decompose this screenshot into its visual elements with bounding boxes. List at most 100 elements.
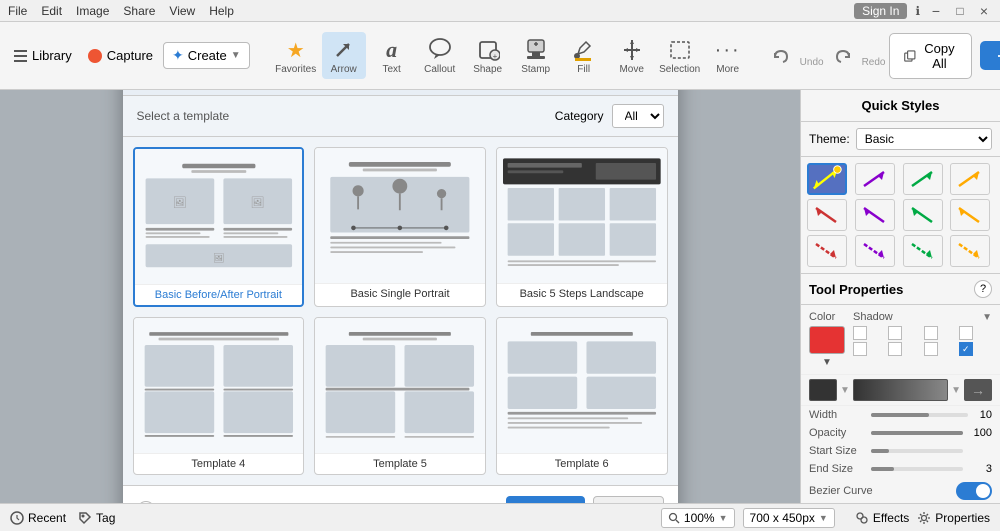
template-6[interactable]: Template 6 [496,317,668,475]
recent-label: Recent [28,511,66,525]
minimize-button[interactable]: − [928,3,944,19]
create-label: Create [188,48,227,63]
opacity-slider[interactable] [871,431,963,435]
capture-label: Capture [107,48,153,63]
end-size-value: 3 [967,463,992,475]
width-slider[interactable] [871,413,968,417]
style-swatch-8[interactable] [950,199,990,231]
start-size-slider[interactable] [871,449,963,453]
create-chevron-icon: ▼ [231,50,241,61]
bezier-toggle[interactable] [956,482,992,500]
redo-button[interactable] [828,41,858,71]
create-dialog-button[interactable]: Create [506,496,585,504]
size-selector[interactable]: 700 x 450px ▼ [743,508,835,528]
dialog-help-button[interactable]: ? [137,501,155,503]
shadow-cell-6[interactable] [888,342,902,356]
arrow-label: Arrow [331,64,357,75]
menu-view[interactable]: View [169,4,195,18]
share-icon [996,49,1000,63]
shape-label: Shape [473,64,502,75]
shadow-cell-5[interactable] [853,342,867,356]
library-button[interactable]: Library [8,44,78,67]
style-swatch-9[interactable] [807,235,847,267]
menu-file[interactable]: File [8,4,27,18]
close-button[interactable]: × [976,3,992,19]
style-swatch-4[interactable] [950,163,990,195]
shadow-cell-4[interactable] [959,326,973,340]
svg-text:+: + [492,52,497,61]
properties-label: Properties [935,511,990,525]
style-swatch-5[interactable] [807,199,847,231]
cancel-dialog-button[interactable]: Cancel [593,496,663,504]
category-select[interactable]: All [612,104,664,128]
fill-label: Fill [577,64,590,75]
style-swatch-7[interactable] [903,199,943,231]
create-template-dialog: Create Image from Template ⊡ × Select a … [123,90,678,503]
zoom-area[interactable]: 100% ▼ [661,508,735,528]
create-button[interactable]: ✦ Create ▼ [163,42,250,69]
stamp-tool[interactable]: Stamp [514,32,558,79]
tool-properties-help-button[interactable]: ? [974,280,992,298]
more-tool[interactable]: ··· More [706,32,750,79]
style-swatch-10[interactable] [855,235,895,267]
template-4-name: Template 4 [134,453,304,474]
capture-button[interactable]: Capture [82,44,159,67]
shadow-cell-1[interactable] [853,326,867,340]
copy-all-button[interactable]: Copy All [889,33,971,79]
move-tool[interactable]: Move [610,32,654,79]
template-5-name: Template 5 [315,453,485,474]
shadow-cell-checked[interactable]: ✓ [959,342,973,356]
share-button[interactable]: Share [980,41,1000,70]
maximize-button[interactable]: □ [952,4,968,18]
template-5-steps[interactable]: Basic 5 Steps Landscape [496,147,668,307]
template-single-portrait[interactable]: Basic Single Portrait [314,147,486,307]
template-5[interactable]: Template 5 [314,317,486,475]
favorites-tool[interactable]: ★ Favorites [274,32,318,79]
template-before-after-name: Basic Before/After Portrait [135,284,303,305]
properties-button[interactable]: Properties [917,511,990,525]
menu-edit[interactable]: Edit [41,4,62,18]
favorites-label: Favorites [275,64,316,75]
callout-icon [428,36,452,64]
menu-share[interactable]: Share [123,4,155,18]
style-swatch-3[interactable] [903,163,943,195]
style-swatches [801,157,1000,274]
dialog-footer: ? Download More Templates... Create Canc… [123,485,678,504]
shadow-label: Shadow [853,311,893,323]
tag-button[interactable]: Tag [78,511,115,525]
sign-in-button[interactable]: Sign In [854,3,907,19]
style-swatch-6[interactable] [855,199,895,231]
menu-image[interactable]: Image [76,4,109,18]
theme-label: Theme: [809,132,850,146]
arrow-tool[interactable]: Arrow [322,32,366,79]
theme-select[interactable]: Basic [856,128,992,150]
star-icon: ★ [287,36,305,64]
shadow-cell-2[interactable] [888,326,902,340]
arrow-end-select[interactable]: → [964,379,992,401]
arrow-line-select[interactable] [853,379,948,401]
style-swatch-12[interactable] [950,235,990,267]
clock-icon [10,511,24,525]
shape-tool[interactable]: + Shape [466,32,510,79]
arrow-start-select[interactable] [809,379,837,401]
style-swatch-2[interactable] [855,163,895,195]
template-single-portrait-name: Basic Single Portrait [315,283,485,304]
effects-button[interactable]: Effects [855,511,909,525]
fill-tool[interactable]: Fill [562,32,606,79]
template-4[interactable]: Template 4 [133,317,305,475]
menu-help[interactable]: Help [209,4,234,18]
shadow-cell-3[interactable] [924,326,938,340]
template-before-after[interactable]: 🖼 🖼 [133,147,305,307]
shadow-cell-7[interactable] [924,342,938,356]
tag-label: Tag [96,511,115,525]
undo-button[interactable] [766,41,796,71]
text-tool[interactable]: a Text [370,32,414,79]
end-size-slider[interactable] [871,467,963,471]
callout-tool[interactable]: Callout [418,32,462,79]
style-swatch-1[interactable] [807,163,847,195]
color-swatch[interactable] [809,326,845,354]
selection-tool[interactable]: Selection [658,32,702,79]
template-5-steps-name: Basic 5 Steps Landscape [497,283,667,304]
recent-button[interactable]: Recent [10,511,66,525]
style-swatch-11[interactable] [903,235,943,267]
